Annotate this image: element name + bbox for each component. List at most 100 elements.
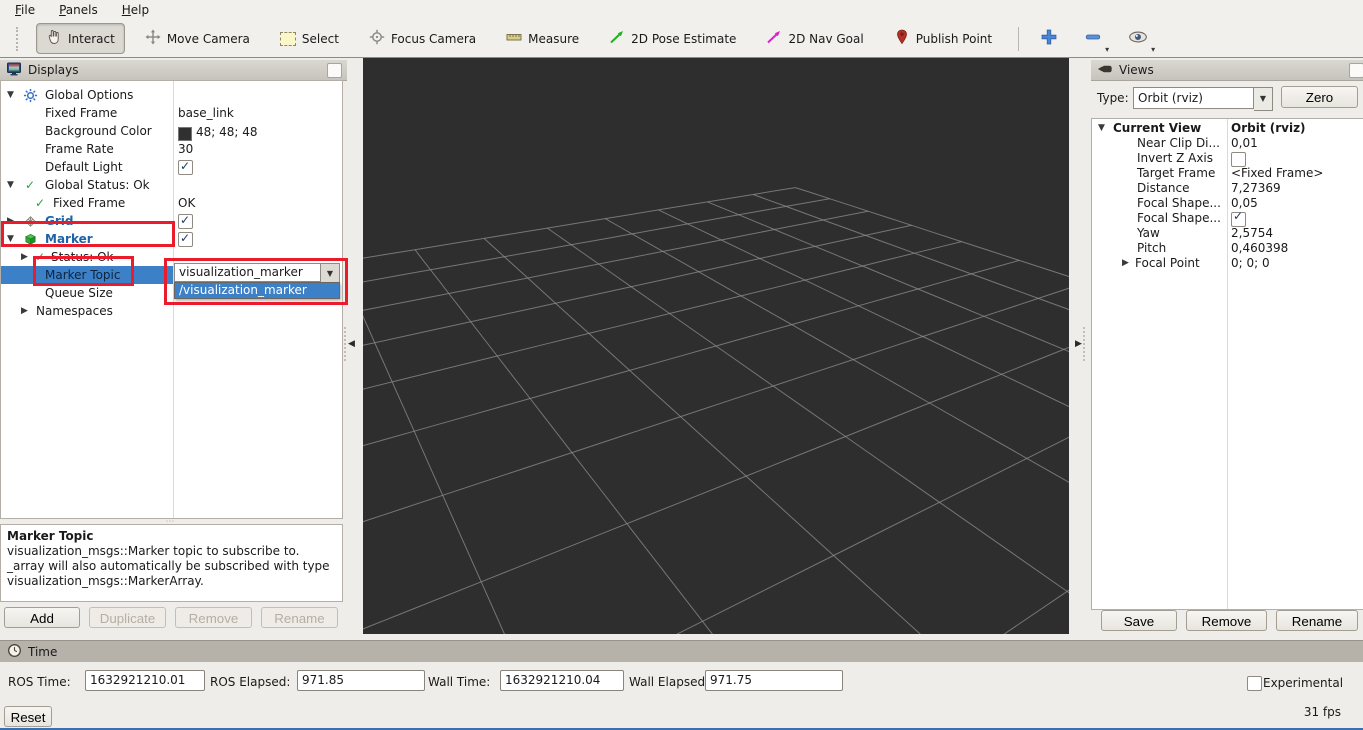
views-row-focal-shape-fixed[interactable]: Focal Shape... [1092,211,1363,226]
marker-topic-dropdown-item[interactable]: /visualization_marker [175,283,339,298]
displays-icon [6,61,22,80]
toolbar-drag-handle[interactable] [16,27,22,51]
combo-dropdown-button[interactable]: ▼ [321,263,340,284]
marker-enabled-checkbox[interactable] [178,232,193,247]
select-box-icon [280,32,296,46]
menu-help[interactable]: Help [117,2,154,18]
right-splitter-handle[interactable] [1083,327,1088,361]
tool-interact[interactable]: Interact [36,23,125,54]
display-row-global-status[interactable]: ▼ ✓ Global Status: Ok [1,176,342,194]
tool-2d-nav-goal[interactable]: 2D Nav Goal [756,23,873,54]
views-type-row: Type: Orbit (rviz) ▼ Zero [1091,86,1363,112]
3d-viewport[interactable] [363,58,1069,634]
wall-time-input[interactable]: 1632921210.04 [500,670,624,691]
rename-display-button[interactable]: Rename [261,607,338,628]
tool-measure-label: Measure [528,32,579,46]
ros-elapsed-input[interactable]: 971.85 [297,670,425,691]
chevron-down-icon: ▾ [1105,45,1109,54]
hand-icon [46,29,62,48]
menu-file[interactable]: File [10,2,40,18]
crosshair-icon [369,29,385,48]
marker-topic-combo[interactable]: visualization_marker ▼ [174,263,340,284]
remove-display-button[interactable]: Remove [175,607,252,628]
views-row-invert-z[interactable]: Invert Z Axis [1092,151,1363,166]
views-row-focal-point[interactable]: ▶ Focal Point 0; 0; 0 [1092,256,1363,271]
tool-publish-point[interactable]: Publish Point [884,23,1002,54]
views-row-distance[interactable]: Distance 7,27369 [1092,181,1363,196]
default-light-checkbox[interactable] [178,160,193,175]
check-icon: ✓ [35,248,45,266]
ros-elapsed-label: ROS Elapsed: [210,675,290,689]
display-row-status-fixed-frame[interactable]: ✓ Fixed Frame OK [1,194,342,212]
minus-icon [1084,28,1102,49]
views-row-focal-shape-size[interactable]: Focal Shape... 0,05 [1092,196,1363,211]
combo-dropdown-button[interactable]: ▼ [1254,87,1273,111]
tool-select-label: Select [302,32,339,46]
green-arrow-icon [609,29,625,48]
display-row-frame-rate[interactable]: Frame Rate 30 [1,140,342,158]
time-panel-title: Time [28,645,57,659]
check-icon: ✓ [25,176,35,194]
display-row-namespaces[interactable]: ▶ Namespaces [1,302,342,320]
fixed-frame-value[interactable]: base_link [178,104,234,122]
tool-2d-nav-goal-label: 2D Nav Goal [788,32,863,46]
displays-panel-float-button[interactable] [327,63,342,78]
reset-button[interactable]: Reset [4,706,52,727]
experimental-checkbox[interactable] [1247,676,1262,691]
frame-rate-value[interactable]: 30 [178,140,193,158]
fps-counter: 31 fps [1304,705,1341,719]
tool-select[interactable]: Select [270,26,349,52]
focal-shape-checkbox[interactable] [1231,212,1246,227]
add-button[interactable]: Add [4,607,80,628]
magenta-arrow-icon [766,29,782,48]
views-row-yaw[interactable]: Yaw 2,5754 [1092,226,1363,241]
duplicate-button[interactable]: Duplicate [89,607,166,628]
tool-measure[interactable]: Measure [496,23,589,54]
menubar: File Panels Help [0,0,1363,20]
marker-topic-combo-value[interactable]: visualization_marker [174,263,321,282]
tool-visibility-button[interactable]: ▾ [1123,26,1153,51]
tool-focus-camera-label: Focus Camera [391,32,476,46]
display-row-grid[interactable]: ▶ Grid [1,212,342,230]
view-type-value[interactable]: Orbit (rviz) [1133,87,1254,109]
ros-time-input[interactable]: 1632921210.01 [85,670,205,691]
background-color-value[interactable]: 48; 48; 48 [178,122,258,141]
grid-enabled-checkbox[interactable] [178,214,193,229]
color-swatch [178,127,192,141]
views-tree: ▼ Current View Orbit (rviz) Near Clip Di… [1091,118,1363,610]
zero-button[interactable]: Zero [1281,86,1358,108]
add-tool-button[interactable] [1035,26,1063,51]
check-icon: ✓ [35,194,45,212]
chevron-down-icon: ▾ [1151,45,1155,54]
right-splitter-collapse-arrow[interactable]: ▶ [1075,339,1082,349]
remove-view-button[interactable]: Remove [1186,610,1267,631]
rename-view-button[interactable]: Rename [1276,610,1358,631]
views-row-current-view[interactable]: ▼ Current View Orbit (rviz) [1092,121,1363,136]
views-row-pitch[interactable]: Pitch 0,460398 [1092,241,1363,256]
tool-focus-camera[interactable]: Focus Camera [359,23,486,54]
invert-z-checkbox[interactable] [1231,152,1246,167]
tool-move-camera-label: Move Camera [167,32,250,46]
tool-move-camera[interactable]: Move Camera [135,23,260,54]
display-row-marker[interactable]: ▼ Marker [1,230,342,248]
left-splitter-collapse-arrow[interactable]: ◀ [348,339,355,349]
save-view-button[interactable]: Save [1101,610,1177,631]
wall-elapsed-input[interactable]: 971.75 [705,670,843,691]
views-panel-float-button[interactable] [1349,63,1363,78]
views-row-target-frame[interactable]: Target Frame <Fixed Frame> [1092,166,1363,181]
display-row-global-options[interactable]: ▼ Global Options [1,86,342,104]
display-row-default-light[interactable]: Default Light [1,158,342,176]
ruler-icon [506,29,522,48]
views-row-near-clip[interactable]: Near Clip Di... 0,01 [1092,136,1363,151]
ros-time-label: ROS Time: [8,675,71,689]
tool-publish-point-label: Publish Point [916,32,992,46]
display-row-fixed-frame[interactable]: Fixed Frame base_link [1,104,342,122]
menu-panels[interactable]: Panels [54,2,103,18]
marker-topic-help-box: Marker Topic visualization_msgs::Marker … [0,524,343,602]
remove-tool-button[interactable]: ▾ [1079,26,1107,51]
view-type-combo[interactable]: Orbit (rviz) ▼ [1133,87,1273,111]
display-row-background-color[interactable]: Background Color 48; 48; 48 [1,122,342,140]
tool-2d-pose-estimate[interactable]: 2D Pose Estimate [599,23,746,54]
toolbar-separator [1018,27,1019,51]
help-title: Marker Topic [7,529,336,544]
